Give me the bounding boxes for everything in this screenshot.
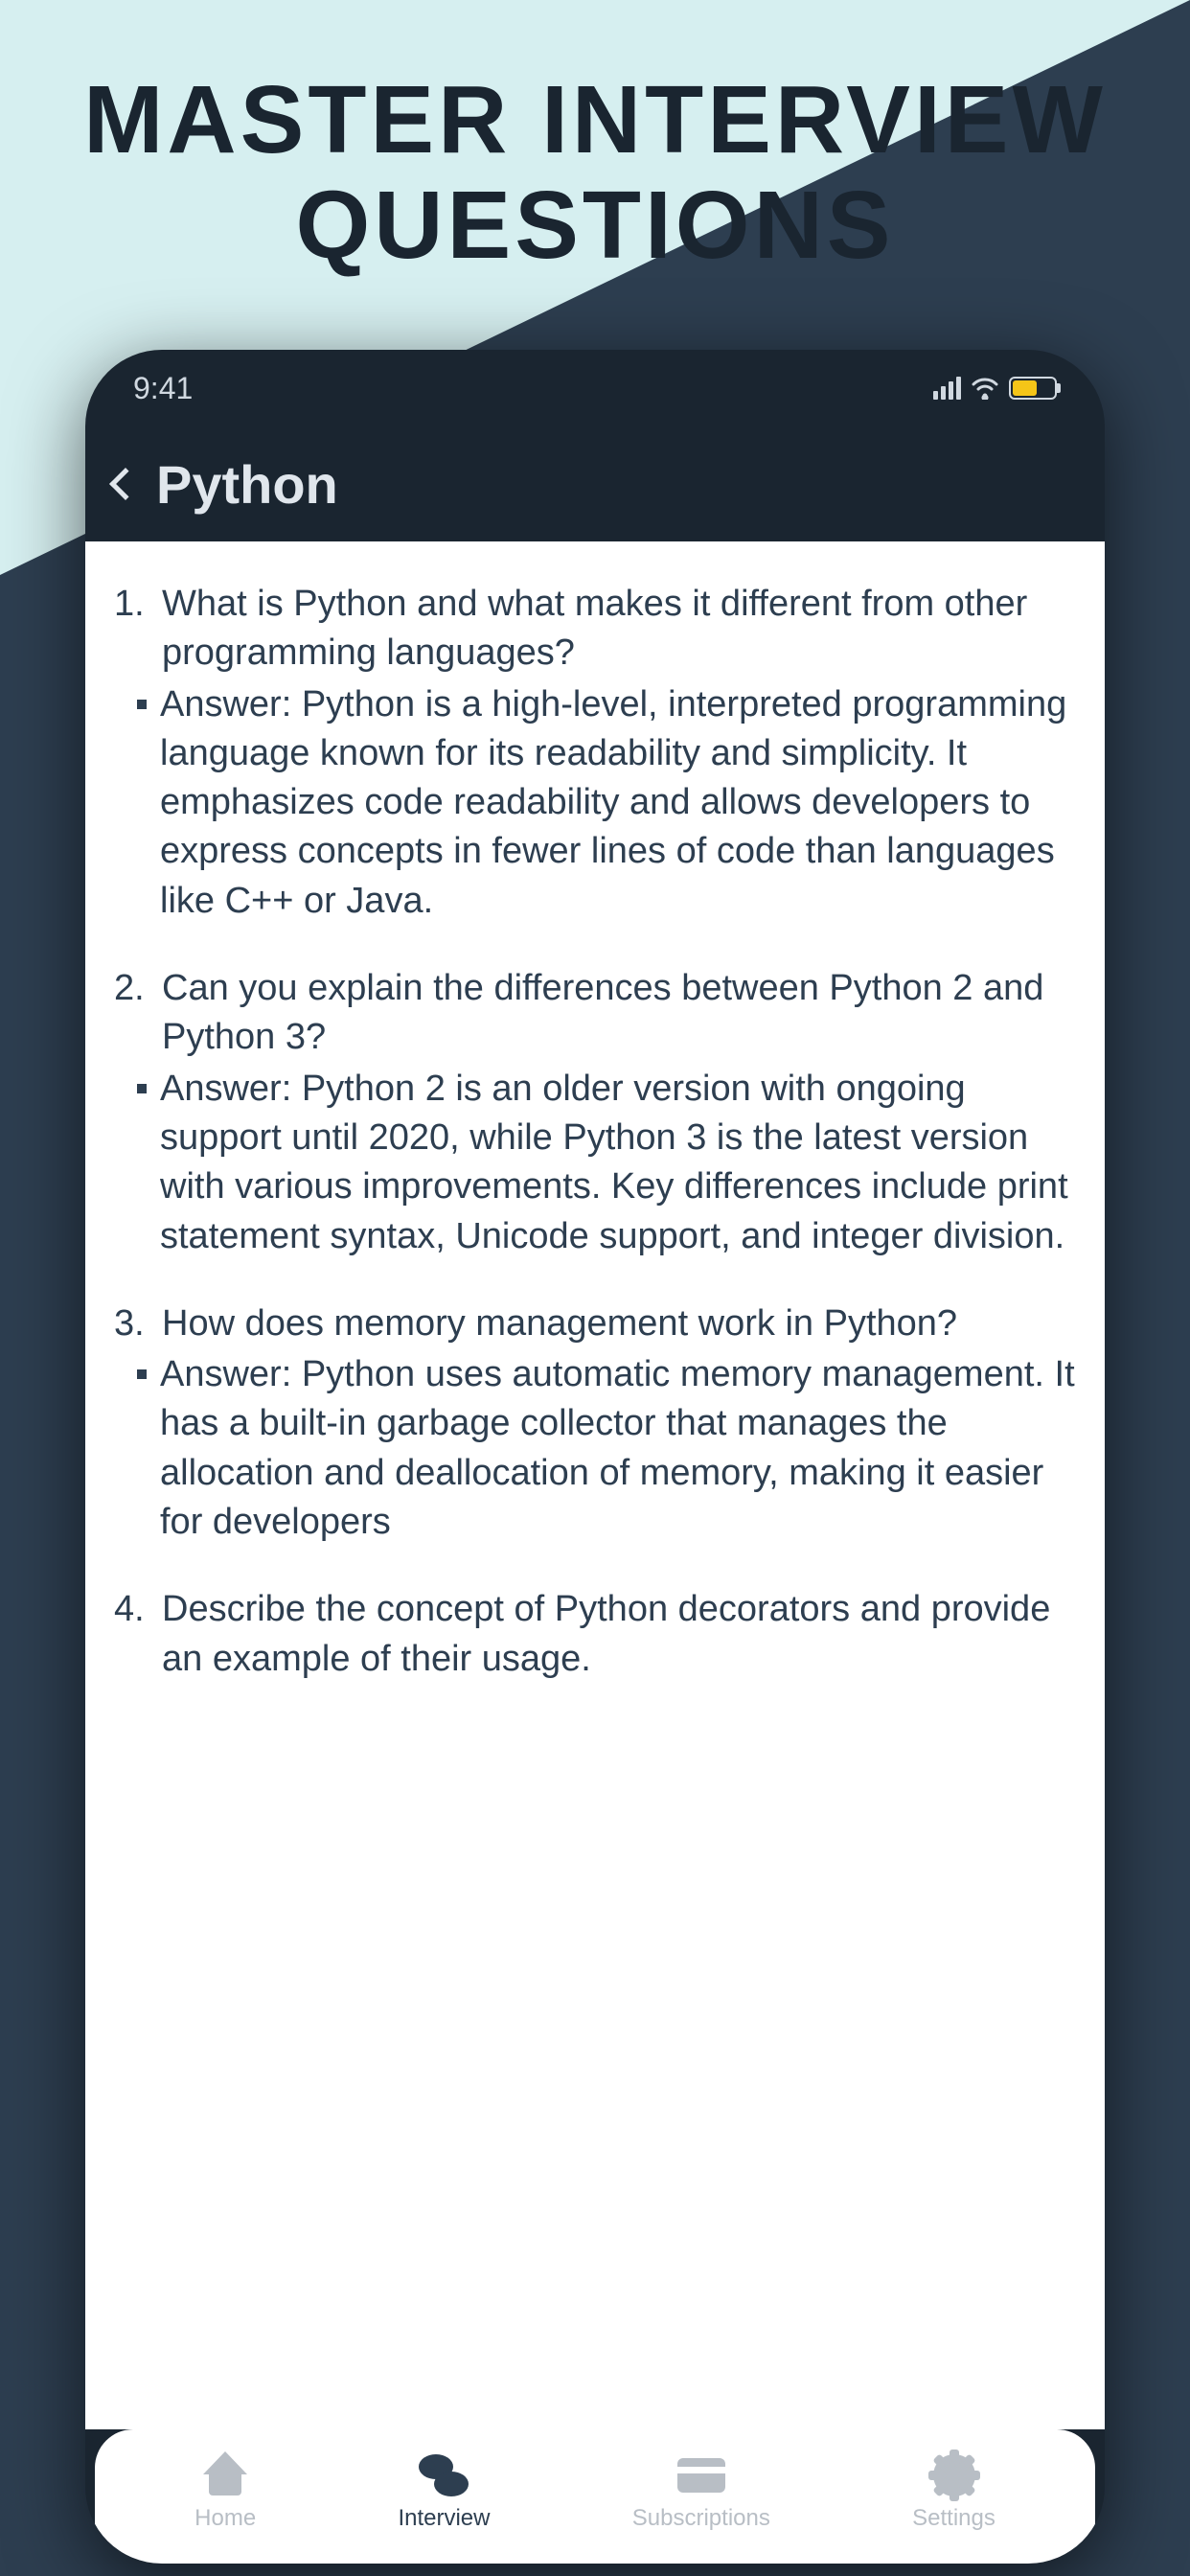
nav-label-subscriptions: Subscriptions bbox=[632, 2505, 770, 2532]
qa-item: 4. Describe the concept of Python decora… bbox=[114, 1585, 1076, 1684]
home-icon bbox=[200, 2451, 250, 2499]
gear-icon bbox=[929, 2451, 979, 2499]
answer-text: Answer: Python 2 is an older version wit… bbox=[160, 1065, 1076, 1261]
question-row: 4. Describe the concept of Python decora… bbox=[114, 1585, 1076, 1684]
question-text: How does memory management work in Pytho… bbox=[162, 1300, 957, 1348]
promo-headline: MASTER INTERVIEW QUESTIONS bbox=[0, 67, 1190, 278]
status-icons bbox=[933, 377, 1057, 400]
question-text: Describe the concept of Python decorator… bbox=[162, 1585, 1076, 1684]
phone-frame: 9:41 Python bbox=[85, 350, 1105, 2564]
nav-label-interview: Interview bbox=[398, 2505, 490, 2532]
nav-subscriptions[interactable]: Subscriptions bbox=[632, 2451, 770, 2532]
phone-screen: 9:41 Python bbox=[85, 350, 1105, 2564]
qa-item: 3. How does memory management work in Py… bbox=[114, 1300, 1076, 1547]
status-time: 9:41 bbox=[133, 371, 193, 406]
question-row: 1. What is Python and what makes it diff… bbox=[114, 580, 1076, 678]
back-button[interactable] bbox=[109, 468, 142, 500]
answer-row: Answer: Python 2 is an older version wit… bbox=[114, 1065, 1076, 1261]
qa-item: 2. Can you explain the differences betwe… bbox=[114, 964, 1076, 1261]
credit-card-icon bbox=[676, 2451, 726, 2499]
question-text: What is Python and what makes it differe… bbox=[162, 580, 1076, 678]
headline-line-2: QUESTIONS bbox=[0, 172, 1190, 278]
answer-text: Answer: Python is a high-level, interpre… bbox=[160, 680, 1076, 926]
bottom-nav: Home Interview Subscriptions Settings bbox=[95, 2429, 1095, 2564]
question-number: 3. bbox=[114, 1300, 154, 1348]
nav-home[interactable]: Home bbox=[195, 2451, 256, 2532]
nav-label-home: Home bbox=[195, 2505, 256, 2532]
nav-label-settings: Settings bbox=[912, 2505, 995, 2532]
content-scroll-area[interactable]: 1. What is Python and what makes it diff… bbox=[85, 541, 1105, 2429]
answer-row: Answer: Python is a high-level, interpre… bbox=[114, 680, 1076, 926]
battery-level bbox=[1013, 380, 1037, 396]
answer-row: Answer: Python uses automatic memory man… bbox=[114, 1350, 1076, 1547]
qa-item: 1. What is Python and what makes it diff… bbox=[114, 580, 1076, 926]
status-bar: 9:41 bbox=[85, 350, 1105, 426]
bullet-icon bbox=[137, 700, 147, 709]
nav-interview[interactable]: Interview bbox=[398, 2451, 490, 2532]
nav-settings[interactable]: Settings bbox=[912, 2451, 995, 2532]
page-title: Python bbox=[156, 453, 338, 516]
question-text: Can you explain the differences between … bbox=[162, 964, 1076, 1063]
headline-line-1: MASTER INTERVIEW bbox=[0, 67, 1190, 172]
battery-icon bbox=[1009, 377, 1057, 400]
question-number: 4. bbox=[114, 1585, 154, 1684]
bullet-icon bbox=[137, 1369, 147, 1379]
app-header: Python bbox=[85, 426, 1105, 541]
question-number: 2. bbox=[114, 964, 154, 1063]
question-number: 1. bbox=[114, 580, 154, 678]
bullet-icon bbox=[137, 1084, 147, 1093]
cellular-signal-icon bbox=[933, 377, 961, 400]
question-row: 2. Can you explain the differences betwe… bbox=[114, 964, 1076, 1063]
chat-bubbles-icon bbox=[419, 2451, 469, 2499]
answer-text: Answer: Python uses automatic memory man… bbox=[160, 1350, 1076, 1547]
wifi-icon bbox=[971, 377, 999, 400]
question-row: 3. How does memory management work in Py… bbox=[114, 1300, 1076, 1348]
